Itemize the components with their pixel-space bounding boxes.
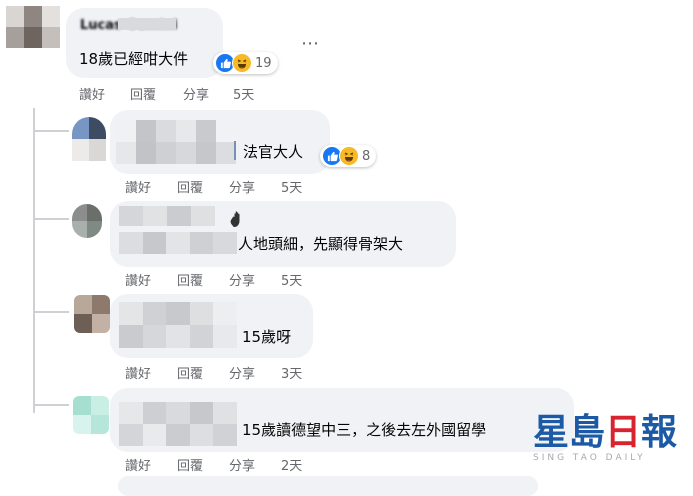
avatar[interactable] <box>74 295 110 333</box>
share-button[interactable]: 分享 <box>229 363 255 382</box>
name-redaction <box>119 302 237 348</box>
thread-line <box>33 108 35 413</box>
reply-button[interactable]: 回覆 <box>177 270 203 289</box>
name-redaction <box>119 206 215 226</box>
name-redaction <box>118 18 176 30</box>
reaction-summary[interactable]: 19 <box>213 52 278 74</box>
share-button[interactable]: 分享 <box>183 84 209 103</box>
share-button[interactable]: 分享 <box>229 270 255 289</box>
like-button[interactable]: 讚好 <box>125 363 151 382</box>
timestamp[interactable]: 3天 <box>281 363 302 382</box>
like-button[interactable]: 讚好 <box>125 177 151 196</box>
haha-icon <box>339 146 359 166</box>
avatar[interactable] <box>6 6 60 48</box>
timestamp[interactable]: 5天 <box>233 84 254 103</box>
reply-button[interactable]: 回覆 <box>130 84 156 103</box>
more-options-icon[interactable]: ⋯ <box>301 33 320 54</box>
reply-button[interactable]: 回覆 <box>177 363 203 382</box>
comment-text: 15歲呀 <box>242 328 292 346</box>
sing-tao-daily-logo: 星島日報 SING TAO DAILY <box>533 413 688 469</box>
reply-button[interactable]: 回覆 <box>177 177 203 196</box>
share-button[interactable]: 分享 <box>229 455 255 474</box>
thread-connector <box>33 311 69 313</box>
logo-char: 島 <box>569 412 606 453</box>
wave-icon <box>227 209 247 233</box>
avatar[interactable] <box>72 117 106 161</box>
name-redaction <box>116 120 236 164</box>
comment-text: 法官大人 <box>243 143 304 161</box>
name-redaction <box>119 402 237 446</box>
timestamp[interactable]: 2天 <box>281 455 302 474</box>
timestamp[interactable]: 5天 <box>281 177 302 196</box>
logo-char: 日 <box>605 412 642 453</box>
reaction-count: 8 <box>362 148 371 164</box>
logo-char: 星 <box>533 412 570 453</box>
thread-connector <box>33 218 69 220</box>
avatar[interactable] <box>73 396 109 434</box>
reaction-count: 19 <box>255 55 272 71</box>
logo-subtitle: SING TAO DAILY <box>533 453 646 463</box>
reply-button[interactable]: 回覆 <box>177 455 203 474</box>
comment-text: 15歲讀德望中三，之後去左外國留學 <box>242 421 487 439</box>
avatar[interactable] <box>72 204 102 238</box>
text-redaction <box>119 232 237 254</box>
reaction-summary[interactable]: 8 <box>320 145 377 167</box>
comment-text: 18歲已經咁大件 <box>79 50 189 68</box>
haha-icon <box>232 53 252 73</box>
comment-text: 人地頭細，先顯得骨架大 <box>238 235 404 253</box>
thread-connector <box>33 130 69 132</box>
timestamp[interactable]: 5天 <box>281 270 302 289</box>
redaction-edge <box>234 141 236 160</box>
like-button[interactable]: 讚好 <box>125 270 151 289</box>
logo-char: 報 <box>641 412 678 453</box>
thread-connector <box>33 404 69 406</box>
like-button[interactable]: 讚好 <box>79 84 105 103</box>
like-button[interactable]: 讚好 <box>125 455 151 474</box>
comment-bubble-partial <box>118 476 538 496</box>
share-button[interactable]: 分享 <box>229 177 255 196</box>
